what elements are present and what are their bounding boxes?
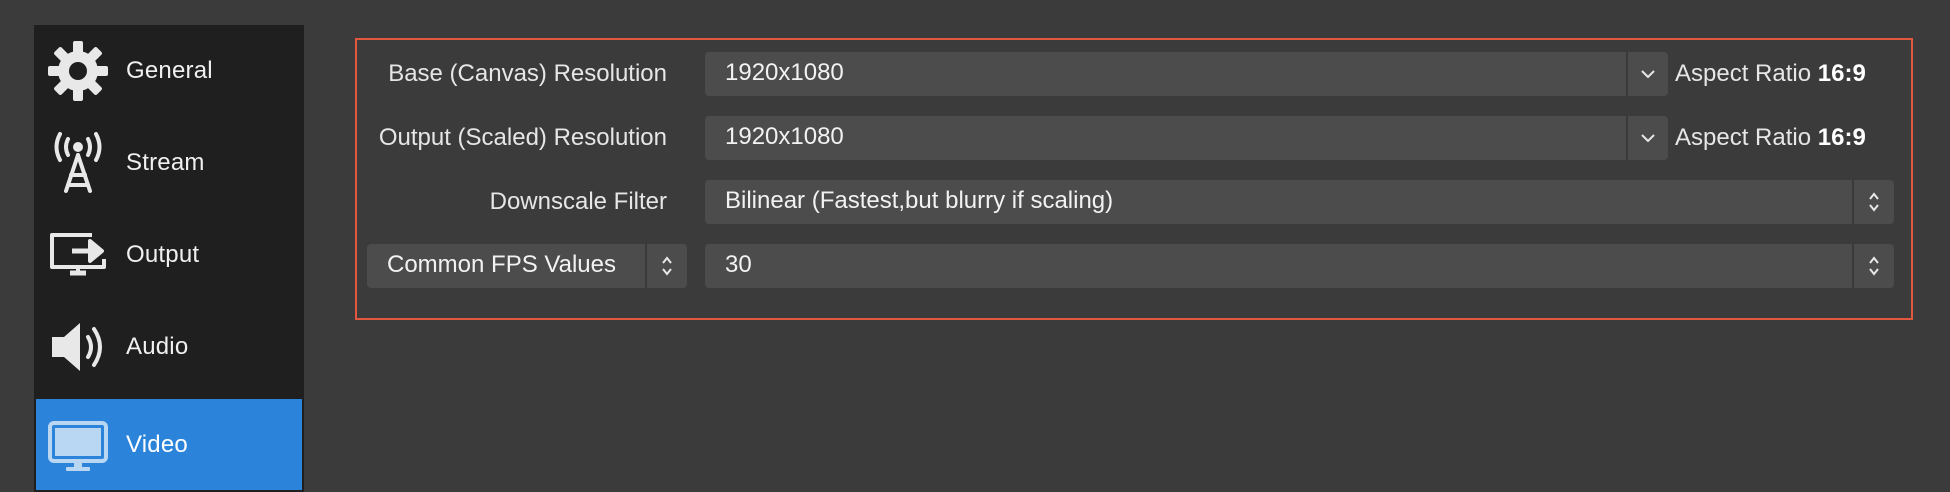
fps-value-select[interactable]: 30 [705, 244, 1894, 288]
speaker-icon [42, 311, 114, 383]
sidebar-item-label: Output [126, 241, 200, 268]
monitor-arrow-icon [42, 219, 114, 291]
sidebar-item-label: Video [126, 430, 188, 458]
downscale-filter-select[interactable]: Bilinear (Fastest,but blurry if scaling) [705, 180, 1894, 224]
downscale-filter-label: Downscale Filter [489, 188, 667, 215]
base-aspect-ratio: Aspect Ratio 16:9 [1675, 52, 1866, 96]
output-resolution-label: Output (Scaled) Resolution [378, 124, 667, 151]
output-aspect-ratio: Aspect Ratio 16:9 [1675, 116, 1866, 160]
sidebar-item-audio[interactable]: Audio [34, 301, 304, 393]
aspect-ratio-label: Aspect Ratio [1675, 60, 1812, 87]
output-resolution-value: 1920x1080 [725, 123, 844, 150]
up-down-arrows-icon[interactable] [1852, 180, 1894, 224]
aspect-ratio-label: Aspect Ratio [1675, 124, 1812, 151]
monitor-icon [42, 409, 114, 481]
fps-type-select[interactable]: Common FPS Values [367, 244, 687, 288]
up-down-arrows-icon[interactable] [645, 244, 687, 288]
chevron-down-icon[interactable] [1626, 52, 1668, 96]
sidebar-item-label: Stream [126, 149, 205, 176]
gear-icon [42, 35, 114, 107]
settings-sidebar: General Stream Output Audio Video [34, 25, 304, 492]
sidebar-item-video[interactable]: Video [36, 399, 302, 490]
up-down-arrows-icon[interactable] [1852, 244, 1894, 288]
fps-type-value: Common FPS Values [387, 251, 616, 278]
aspect-ratio-value: 16:9 [1817, 124, 1866, 151]
aspect-ratio-value: 16:9 [1817, 60, 1866, 87]
base-resolution-value: 1920x1080 [725, 59, 844, 86]
fps-value: 30 [725, 251, 752, 278]
video-settings-group: Base (Canvas) Resolution 1920x1080 Aspec… [355, 38, 1913, 320]
antenna-icon [42, 127, 114, 199]
downscale-filter-value: Bilinear (Fastest,but blurry if scaling) [725, 187, 1114, 214]
fps-row: Common FPS Values 30 [357, 244, 1911, 288]
chevron-down-icon[interactable] [1626, 116, 1668, 160]
sidebar-item-stream[interactable]: Stream [34, 117, 304, 209]
output-resolution-combobox[interactable]: 1920x1080 [705, 116, 1668, 160]
base-resolution-label: Base (Canvas) Resolution [388, 60, 667, 87]
video-settings-window: General Stream Output Audio Video Base (… [0, 0, 1950, 492]
output-resolution-row: Output (Scaled) Resolution 1920x1080 Asp… [357, 116, 1911, 160]
sidebar-item-general[interactable]: General [34, 25, 304, 117]
sidebar-item-label: General [126, 57, 213, 84]
base-resolution-row: Base (Canvas) Resolution 1920x1080 Aspec… [357, 52, 1911, 96]
downscale-filter-row: Downscale Filter Bilinear (Fastest,but b… [357, 180, 1911, 224]
sidebar-item-output[interactable]: Output [34, 209, 304, 301]
base-resolution-combobox[interactable]: 1920x1080 [705, 52, 1668, 96]
sidebar-item-label: Audio [126, 333, 189, 360]
